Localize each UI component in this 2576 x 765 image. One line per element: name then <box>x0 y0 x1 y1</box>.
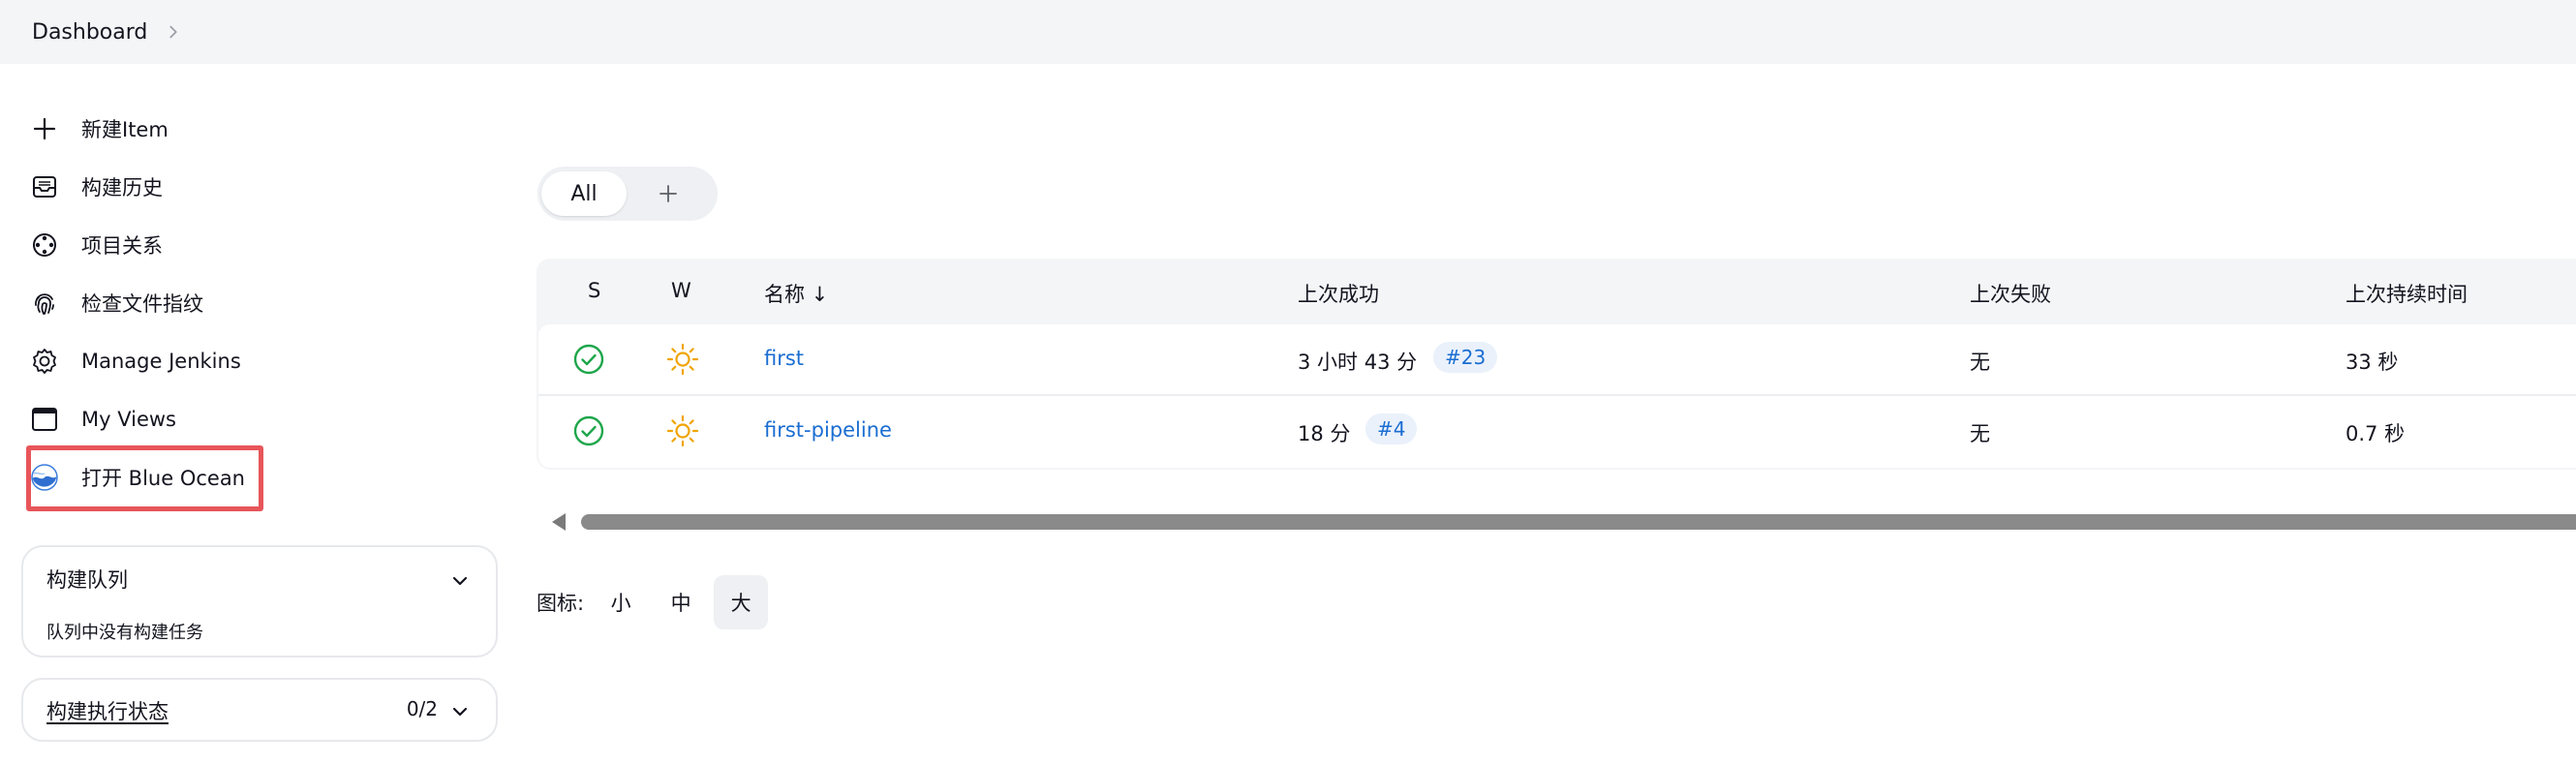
task-project-relationship[interactable]: 项目关系 <box>27 216 434 274</box>
task-manage-jenkins[interactable]: Manage Jenkins <box>27 332 434 390</box>
icon-size-selector: 图标: 小 中 大 <box>537 573 769 631</box>
sunny-icon[interactable] <box>665 342 700 377</box>
table-row: first 3 小时 43 分 #23 无 33 秒 <box>538 324 2576 396</box>
window-icon <box>27 402 62 437</box>
header-status[interactable]: S <box>588 279 600 302</box>
job-name-link[interactable]: first-pipeline <box>764 418 892 442</box>
task-open-blue-ocean[interactable]: 打开 Blue Ocean <box>27 448 434 506</box>
plus-icon <box>27 111 62 146</box>
last-failure: 无 <box>1970 422 1990 445</box>
executors-panel: 构建执行状态 0/2 <box>21 678 498 742</box>
icon-size-small[interactable]: 小 <box>594 575 648 629</box>
chevron-down-icon[interactable] <box>449 701 471 722</box>
task-label: 打开 Blue Ocean <box>81 467 245 490</box>
task-label: 新建Item <box>81 118 169 141</box>
task-label: 项目关系 <box>81 234 163 258</box>
last-duration: 33 秒 <box>2346 351 2399 374</box>
task-build-history[interactable]: 构建历史 <box>27 158 434 216</box>
tab-all[interactable]: All <box>541 171 627 216</box>
header-last-duration[interactable]: 上次持续时间 <box>2346 279 2468 308</box>
weather-cell <box>665 342 700 382</box>
last-failure: 无 <box>1970 351 1990 374</box>
jobs-table: S W 名称 ↓ 上次成功 上次失败 上次持续时间 first 3 小时 43 … <box>537 259 2576 470</box>
gear-icon <box>27 344 62 379</box>
last-success-time: 18 分 <box>1298 422 1351 445</box>
header-last-failure[interactable]: 上次失败 <box>1970 279 2051 308</box>
fingerprint-icon <box>27 286 62 321</box>
view-tabs: All <box>537 167 718 221</box>
task-my-views[interactable]: My Views <box>27 390 434 448</box>
success-check-icon[interactable] <box>572 414 605 447</box>
header-weather[interactable]: W <box>671 279 691 302</box>
executors-title-link[interactable]: 构建执行状态 <box>46 696 169 725</box>
scrollbar-thumb[interactable] <box>581 514 2576 530</box>
breadcrumb: Dashboard <box>0 0 2576 64</box>
executors-count: 0/2 <box>406 697 438 720</box>
job-name-link[interactable]: first <box>764 347 804 370</box>
sidebar-tasks: 新建Item 构建历史 项目关系 检查文件指纹 Manage Jenkins M… <box>27 100 434 506</box>
icon-size-large[interactable]: 大 <box>714 575 769 629</box>
chevron-right-icon[interactable] <box>165 23 182 41</box>
icon-size-medium[interactable]: 中 <box>654 575 708 629</box>
build-queue-panel: 构建队列 队列中没有构建任务 <box>21 545 498 658</box>
blue-ocean-icon <box>27 460 62 495</box>
task-label: Manage Jenkins <box>81 350 241 373</box>
last-duration: 0.7 秒 <box>2346 422 2406 445</box>
task-label: 构建历史 <box>81 176 163 199</box>
task-label: My Views <box>81 408 176 431</box>
table-row: first-pipeline 18 分 #4 无 0.7 秒 <box>538 396 2576 468</box>
table-body: first 3 小时 43 分 #23 无 33 秒 first-pipelin… <box>538 324 2576 468</box>
last-success-build-link[interactable]: #4 <box>1365 413 1418 444</box>
last-success-build-link[interactable]: #23 <box>1433 342 1498 373</box>
inbox-icon <box>27 169 62 204</box>
task-new-item[interactable]: 新建Item <box>27 100 434 158</box>
status-cell <box>572 343 605 381</box>
build-queue-empty-message: 队列中没有构建任务 <box>46 623 203 643</box>
icon-size-label: 图标: <box>537 592 585 615</box>
task-label: 检查文件指纹 <box>81 292 203 316</box>
plus-icon <box>659 185 677 202</box>
table-header: S W 名称 ↓ 上次成功 上次失败 上次持续时间 <box>537 259 2576 324</box>
task-fingerprint[interactable]: 检查文件指纹 <box>27 274 434 332</box>
header-name[interactable]: 名称 ↓ <box>764 279 828 308</box>
breadcrumb-dashboard[interactable]: Dashboard <box>32 20 147 45</box>
weather-cell <box>665 413 700 453</box>
scroll-left-arrow-icon[interactable] <box>552 513 566 531</box>
relationship-icon <box>27 228 62 262</box>
header-last-success[interactable]: 上次成功 <box>1298 279 1379 308</box>
table-horizontal-scrollbar[interactable] <box>548 511 2576 533</box>
build-queue-title[interactable]: 构建队列 <box>46 565 128 594</box>
chevron-down-icon[interactable] <box>449 570 471 592</box>
add-view-button[interactable] <box>627 171 710 216</box>
last-success-time: 3 小时 43 分 <box>1298 351 1418 374</box>
success-check-icon[interactable] <box>572 343 605 376</box>
status-cell <box>572 414 605 452</box>
sunny-icon[interactable] <box>665 413 700 448</box>
